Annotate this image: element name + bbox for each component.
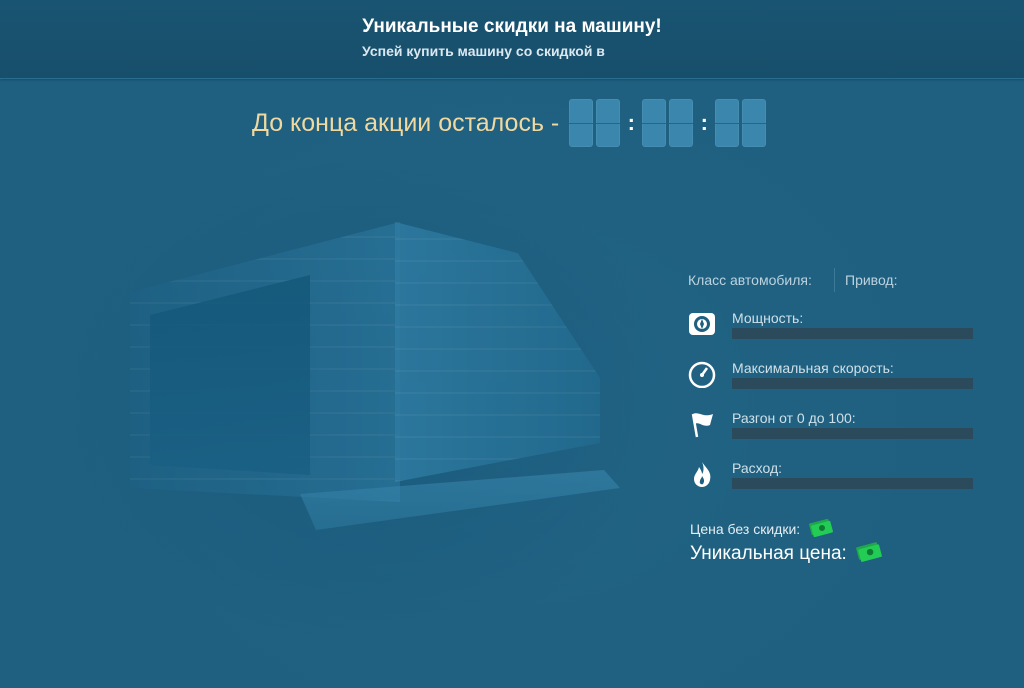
- countdown-digit: [715, 99, 740, 147]
- countdown-seconds: [715, 99, 767, 147]
- promo-page: Уникальные скидки на машину! Успей купит…: [0, 0, 1024, 688]
- price-without-discount: Цена без скидки:: [690, 517, 834, 540]
- spec-bar: [732, 478, 973, 489]
- countdown-separator: :: [627, 110, 635, 135]
- spec-label: Расход:: [732, 460, 783, 476]
- countdown: До конца акции осталось - : :: [252, 98, 767, 148]
- page-title: Уникальные скидки на машину!: [362, 16, 662, 37]
- speedometer-icon: [688, 360, 716, 389]
- spec-label: Максимальная скорость:: [732, 360, 894, 376]
- price-old-label: Цена без скидки:: [690, 520, 801, 537]
- price-new-label: Уникальная цена:: [690, 543, 847, 564]
- spec-header: Класс автомобиля: Привод:: [688, 268, 978, 292]
- countdown-digit: [642, 99, 667, 147]
- countdown-digit: [569, 99, 594, 147]
- money-icon: [808, 517, 834, 540]
- spec-label: Мощность:: [732, 310, 804, 326]
- countdown-separator: :: [700, 110, 708, 135]
- spec-label: Разгон от 0 до 100:: [732, 410, 856, 426]
- spec-row-consumption: Расход:: [688, 454, 978, 504]
- page-subtitle: Успей купить машину со скидкой в: [362, 43, 605, 59]
- countdown-digit: [742, 99, 767, 147]
- drive-label: Привод:: [845, 272, 898, 288]
- countdown-digit: [669, 99, 694, 147]
- turbo-icon: [688, 310, 716, 338]
- spec-bar: [732, 428, 973, 439]
- unique-price: Уникальная цена:: [690, 540, 883, 568]
- countdown-hours: [569, 99, 621, 147]
- countdown-label: До конца акции осталось -: [252, 108, 560, 137]
- spec-bar: [732, 328, 973, 339]
- header: Уникальные скидки на машину! Успей купит…: [0, 0, 1024, 79]
- countdown-minutes: [642, 99, 694, 147]
- car-specs: Класс автомобиля: Привод: Мощность: Макс…: [688, 268, 978, 504]
- countdown-digit: [596, 99, 621, 147]
- spec-row-acceleration: Разгон от 0 до 100:: [688, 404, 978, 454]
- flag-icon: [688, 410, 716, 438]
- flame-icon: [688, 460, 716, 488]
- money-icon: [855, 540, 883, 568]
- spec-bar: [732, 378, 973, 389]
- spec-row-max-speed: Максимальная скорость:: [688, 354, 978, 404]
- spec-row-power: Мощность:: [688, 304, 978, 354]
- car-class-label: Класс автомобиля:: [688, 268, 835, 292]
